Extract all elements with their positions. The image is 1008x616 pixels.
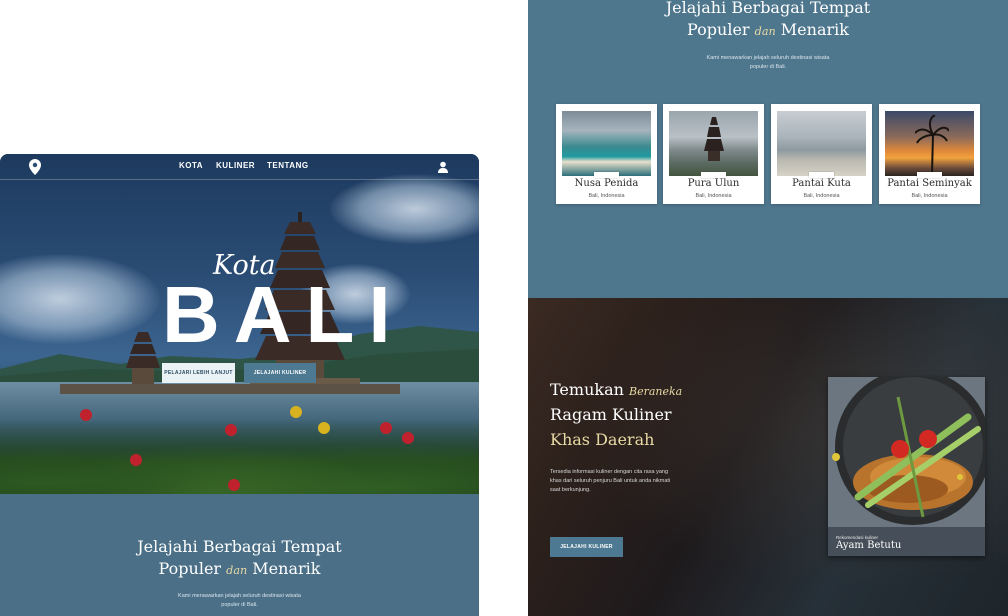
culinary-description: Tersedia informasi kuliner dengan cita r… (550, 469, 671, 493)
nav-link-kuliner[interactable]: KULINER (216, 161, 255, 170)
destination-name: Pantai Seminyak (887, 178, 972, 189)
destination-card[interactable]: Nusa Penida Bali, Indonesia (556, 104, 657, 204)
nav-link-tentang[interactable]: TENTANG (267, 161, 309, 170)
section-title-line1: Jelajahi Berbagai Tempat (137, 537, 342, 556)
section-title-line1: Jelajahi Berbagai Tempat (665, 0, 871, 17)
destination-card[interactable]: Pura Ulun Bali, Indonesia (663, 104, 764, 204)
nav-link-kota[interactable]: KOTA (179, 161, 203, 170)
destination-photo (777, 111, 866, 176)
subtitle-line1: Kami menawarkan jelajah seluruh destinas… (178, 593, 301, 599)
learn-more-button[interactable]: PELAJARI LEBIH LANJUT (162, 363, 235, 383)
map-pin-icon[interactable] (29, 159, 41, 175)
title-word-menarik: Menarik (252, 559, 321, 579)
flower-decoration (130, 454, 142, 466)
top-navbar: KOTA KULINER TENTANG (0, 154, 479, 180)
destination-location: Bali, Indonesia (695, 193, 732, 199)
temple-icon (704, 117, 724, 161)
culinary-title-line3: Khas Daerah (550, 429, 655, 449)
destinations-section: Jelajahi Berbagai Tempat Populer dan Men… (528, 0, 1008, 298)
subtitle-line1: Kami menawarkan jelajah seluruh destinas… (706, 55, 830, 61)
food-card-title: Ayam Betutu (836, 540, 902, 551)
title-accent-dan: dan (754, 25, 776, 39)
flower-decoration (80, 409, 92, 421)
flower-decoration (380, 422, 392, 434)
subtitle-line2: populer di Bali. (749, 63, 787, 70)
palm-tree-icon (915, 115, 949, 173)
section-title-line2: Populer dan Menarik (528, 19, 1008, 41)
section-title: Jelajahi Berbagai Tempat Populer dan Men… (528, 0, 1008, 42)
culinary-title-line2: Ragam Kuliner (550, 404, 672, 424)
title-word-menarik: Menarik (780, 20, 849, 40)
food-plate-image (828, 377, 985, 556)
title-word-temukan: Temukan (550, 380, 624, 399)
title-accent-dan: dan (226, 564, 248, 578)
flower-decoration (402, 432, 414, 444)
culinary-title-line1: Temukan Beraneka (550, 378, 682, 403)
explore-culinary-button[interactable]: JELAJAHI KULINER (550, 537, 623, 557)
destination-name: Pura Ulun (687, 178, 740, 189)
section-subtitle: Kami menawarkan jelajah seluruh destinas… (0, 592, 479, 610)
flower-decoration (225, 424, 237, 436)
flower-decoration (318, 422, 330, 434)
destination-photo (669, 111, 758, 176)
flower-decoration (228, 479, 240, 491)
hero-section: KOTA KULINER TENTANG Kota BALI PELAJARI … (0, 154, 479, 494)
destination-photo (562, 111, 651, 176)
temple-island (60, 384, 400, 394)
section-subtitle: Kami menawarkan jelajah seluruh destinas… (528, 54, 1008, 72)
destination-photo (885, 111, 974, 176)
destination-location: Bali, Indonesia (588, 193, 625, 199)
explore-culinary-button[interactable]: JELAJAHI KULINER (244, 363, 316, 383)
hero-title: BALI (162, 270, 405, 359)
destination-card[interactable]: Pantai Kuta Bali, Indonesia (771, 104, 872, 204)
homepage-mockup-right: Jelajahi Berbagai Tempat Populer dan Men… (528, 0, 1008, 616)
destination-name: Nusa Penida (574, 178, 639, 189)
destination-name: Pantai Kuta (792, 178, 851, 189)
culinary-section: Temukan Beraneka Ragam Kuliner Khas Daer… (528, 298, 1008, 616)
destination-location: Bali, Indonesia (911, 193, 948, 199)
title-accent-beraneka: Beraneka (629, 385, 683, 398)
section-title-line2: Populer dan Menarik (0, 558, 479, 580)
showcase-canvas: KOTA KULINER TENTANG Kota BALI PELAJARI … (0, 0, 1008, 616)
food-feature-card[interactable]: Rekomendasi kuliner Ayam Betutu (828, 377, 985, 556)
title-word-populer: Populer (158, 559, 222, 579)
flower-decoration (290, 406, 302, 418)
user-icon[interactable] (437, 161, 449, 173)
destination-card[interactable]: Pantai Seminyak Bali, Indonesia (879, 104, 980, 204)
small-temple-icon (126, 332, 160, 384)
title-word-populer: Populer (687, 20, 750, 40)
section-title: Jelajahi Berbagai Tempat Populer dan Men… (0, 536, 479, 581)
subtitle-line2: populer di Bali. (221, 601, 258, 608)
destination-location: Bali, Indonesia (803, 193, 840, 199)
culinary-title: Temukan Beraneka Ragam Kuliner Khas Daer… (550, 378, 682, 452)
homepage-mockup-left: KOTA KULINER TENTANG Kota BALI PELAJARI … (0, 154, 479, 616)
